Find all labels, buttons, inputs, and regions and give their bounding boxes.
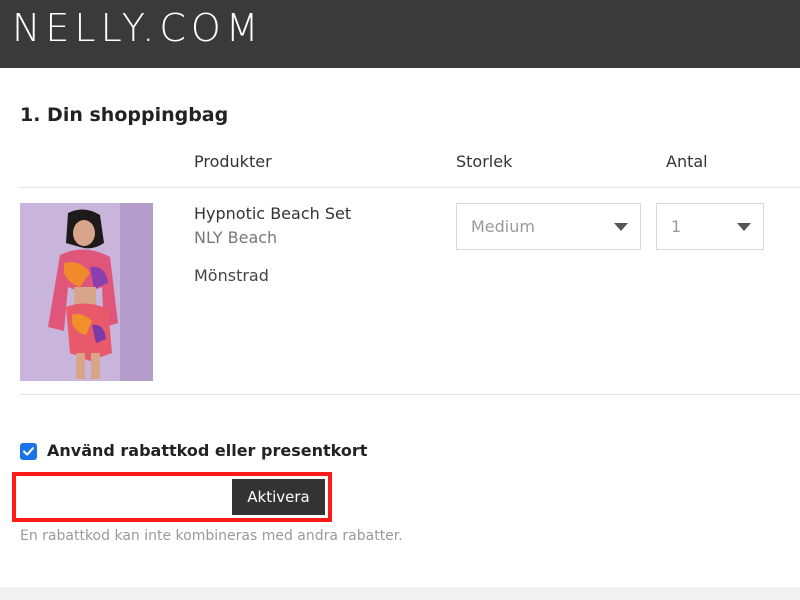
discount-checkbox-label[interactable]: Använd rabattkod eller presentkort	[47, 441, 367, 460]
site-logo[interactable]: NELLY.COM	[12, 6, 264, 50]
chevron-down-icon	[737, 223, 751, 231]
footer-strip	[0, 587, 800, 600]
site-header: NELLY.COM	[0, 0, 800, 68]
size-select[interactable]: Medium	[456, 203, 641, 250]
product-image[interactable]	[20, 203, 153, 381]
product-brand: NLY Beach	[194, 228, 278, 247]
size-select-value: Medium	[471, 217, 535, 236]
checkmark-icon	[23, 447, 34, 456]
activate-button[interactable]: Aktivera	[232, 479, 325, 515]
quantity-select[interactable]: 1	[656, 203, 764, 250]
section-title: 1. Din shoppingbag	[20, 104, 229, 126]
column-header-quantity: Antal	[666, 152, 708, 171]
product-color: Mönstrad	[194, 266, 269, 285]
chevron-down-icon	[614, 223, 628, 231]
discount-checkbox[interactable]	[20, 443, 37, 460]
divider	[20, 394, 800, 395]
quantity-select-value: 1	[671, 217, 682, 236]
product-name[interactable]: Hypnotic Beach Set	[194, 204, 351, 223]
column-header-size: Storlek	[456, 152, 513, 171]
column-header-products: Produkter	[194, 152, 272, 171]
divider	[20, 187, 800, 188]
discount-hint: En rabattkod kan inte kombineras med and…	[20, 528, 403, 544]
discount-code-input[interactable]	[20, 479, 232, 515]
